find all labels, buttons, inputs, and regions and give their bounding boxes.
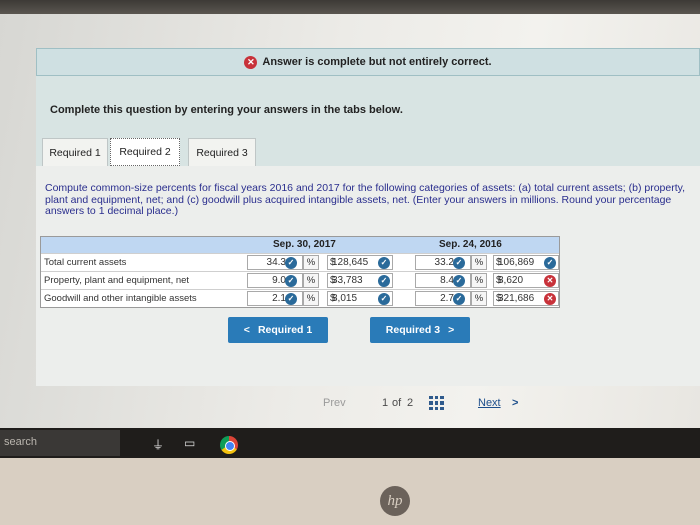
hp-logo: hp <box>380 486 410 516</box>
cell-value: 2.7 <box>440 293 454 304</box>
instructions-text: Complete this question by entering your … <box>50 104 403 116</box>
pager-prev-link[interactable]: Prev <box>323 397 346 409</box>
search-placeholder: search <box>4 436 38 448</box>
cell-value: 2.1 <box>272 293 286 304</box>
x-circle-icon: ✕ <box>544 275 556 287</box>
check-icon: ✓ <box>453 293 465 305</box>
tab-required-3[interactable]: Required 3 <box>188 138 256 166</box>
percent-symbol: % <box>471 291 487 306</box>
chevron-right-icon: > <box>448 324 455 336</box>
pager-of-text: of <box>392 397 402 409</box>
prev-required-button[interactable]: < Required 1 <box>228 317 328 343</box>
table-row: Property, plant and equipment, net 9.0 ✓… <box>41 271 559 289</box>
tab-required-1[interactable]: Required 1 <box>42 138 108 166</box>
row-label: Property, plant and equipment, net <box>44 275 190 286</box>
percent-symbol: % <box>303 291 319 306</box>
tab-label: Required 3 <box>196 146 248 159</box>
cell-value: 9.0 <box>272 275 286 286</box>
pager-total-pages: 2 <box>407 397 414 409</box>
tab-label: Required 1 <box>49 146 101 159</box>
table-header: Sep. 30, 2017 Sep. 24, 2016 <box>41 237 559 253</box>
tab-label: Required 2 <box>119 146 171 158</box>
taskbar-search-input[interactable]: search <box>0 430 120 456</box>
grid-icon[interactable] <box>429 396 444 410</box>
brand-text: hp <box>387 492 403 509</box>
table-row: Goodwill and other intangible assets 2.1… <box>41 289 559 307</box>
check-icon: ✓ <box>378 293 390 305</box>
answer-table: Sep. 30, 2017 Sep. 24, 2016 Total curren… <box>40 236 560 308</box>
cell-value: 128,645 <box>332 257 369 268</box>
percent-symbol: % <box>471 273 487 288</box>
question-text: Compute common-size percents for fiscal … <box>45 182 686 217</box>
cell-value: 321,686 <box>498 293 535 304</box>
next-required-button[interactable]: Required 3 > <box>370 317 470 343</box>
chevron-left-icon: < <box>243 324 250 336</box>
currency-symbol: $ <box>496 293 502 304</box>
screen-bezel <box>0 0 700 14</box>
currency-symbol: $ <box>330 293 336 304</box>
check-icon: ✓ <box>285 257 297 269</box>
cell-value: 33.2 <box>434 257 454 268</box>
banner-text: Answer is complete but not entirely corr… <box>262 56 492 68</box>
pager-next-link[interactable]: Next <box>478 397 501 409</box>
row-label: Total current assets <box>44 257 127 268</box>
currency-symbol: $ <box>496 257 502 268</box>
check-icon: ✓ <box>378 275 390 287</box>
chrome-icon[interactable] <box>220 436 238 454</box>
prev-required-label: Required 1 <box>257 324 313 336</box>
task-view-icon[interactable]: ▭ <box>184 436 195 450</box>
next-required-label: Required 3 <box>385 324 441 336</box>
microphone-icon[interactable]: ⏚ <box>152 436 164 453</box>
x-circle-icon: ✕ <box>244 55 258 69</box>
currency-symbol: $ <box>496 275 502 286</box>
check-icon: ✓ <box>285 275 297 287</box>
tab-required-2[interactable]: Required 2 <box>110 138 180 166</box>
table-row: Total current assets 34.3 ✓ % 128,645 $ … <box>41 253 559 271</box>
cell-value: 106,869 <box>498 257 535 268</box>
chevron-right-icon[interactable]: > <box>512 397 518 409</box>
column-header-2016: Sep. 24, 2016 <box>439 239 502 250</box>
check-icon: ✓ <box>453 275 465 287</box>
currency-symbol: $ <box>330 275 336 286</box>
cell-value: 34.3 <box>266 257 286 268</box>
check-icon: ✓ <box>285 293 297 305</box>
result-banner: ✕ Answer is complete but not entirely co… <box>36 48 700 76</box>
column-header-2017: Sep. 30, 2017 <box>273 239 336 250</box>
pager-current-page: 1 <box>382 397 389 409</box>
check-icon: ✓ <box>378 257 390 269</box>
row-label: Goodwill and other intangible assets <box>44 293 197 304</box>
check-icon: ✓ <box>544 257 556 269</box>
cell-value: 33,783 <box>332 275 363 286</box>
currency-symbol: $ <box>330 257 336 268</box>
percent-symbol: % <box>303 273 319 288</box>
x-circle-icon: ✕ <box>544 293 556 305</box>
cell-value: 8.4 <box>440 275 454 286</box>
percent-symbol: % <box>471 255 487 270</box>
check-icon: ✓ <box>453 257 465 269</box>
percent-symbol: % <box>303 255 319 270</box>
